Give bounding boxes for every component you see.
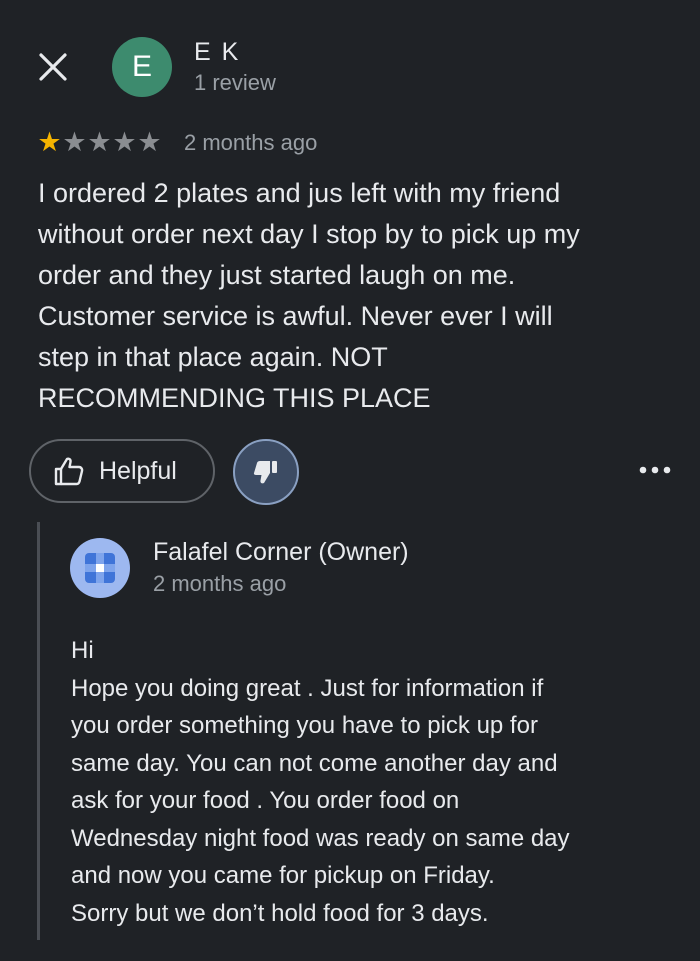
thumb-down-icon (253, 461, 277, 484)
owner-reply-text: Hi Hope you doing great . Just for infor… (71, 637, 570, 927)
business-logo-icon (85, 553, 115, 583)
star-icon: ★ (62, 127, 87, 158)
review-text: I ordered 2 plates and jus left with my … (38, 178, 580, 413)
star-rating: ★ ★ ★ ★ ★ (37, 129, 162, 157)
reply-divider (37, 522, 40, 940)
star-icon: ★ (37, 127, 62, 158)
reviewer-avatar[interactable]: E (112, 37, 172, 97)
more-horizontal-icon[interactable] (637, 460, 673, 480)
reviewer-name[interactable]: E K (194, 38, 240, 67)
star-icon: ★ (112, 127, 137, 158)
owner-name: Falafel Corner (Owner) (153, 538, 409, 566)
star-icon: ★ (87, 127, 112, 158)
helpful-button[interactable]: Helpful (29, 439, 215, 503)
review-date: 2 months ago (184, 130, 318, 155)
reviewer-review-count: 1 review (194, 70, 276, 95)
dislike-button[interactable] (233, 439, 299, 505)
owner-avatar (70, 538, 130, 598)
close-icon[interactable] (38, 52, 68, 82)
thumb-up-icon (54, 457, 84, 486)
reviewer-initial: E (131, 50, 152, 83)
star-icon: ★ (137, 127, 162, 158)
helpful-label: Helpful (99, 456, 177, 485)
owner-reply-date: 2 months ago (153, 571, 287, 596)
